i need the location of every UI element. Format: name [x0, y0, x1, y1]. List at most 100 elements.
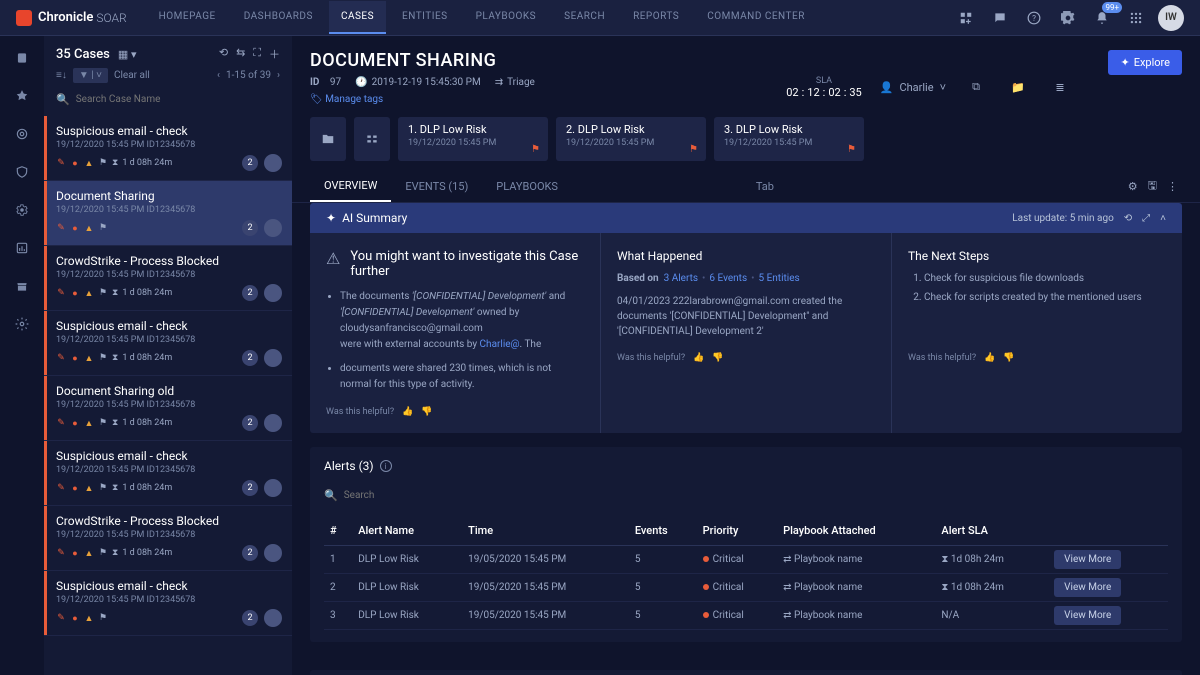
- brand[interactable]: Chronicle SOAR: [16, 10, 127, 26]
- manage-tags[interactable]: 🏷 Manage tags: [310, 94, 535, 105]
- col-playbook[interactable]: Playbook Attached: [777, 516, 935, 546]
- bell-icon[interactable]: [1090, 6, 1114, 30]
- view-more-button[interactable]: View More: [1054, 578, 1121, 597]
- pager-next[interactable]: ›: [277, 70, 280, 81]
- summary-bullet: documents were shared 230 times, which i…: [340, 361, 584, 393]
- folder-icon[interactable]: 📁: [1006, 75, 1030, 99]
- more-icon[interactable]: ⋮: [1167, 180, 1178, 193]
- col-time[interactable]: Time: [462, 516, 629, 546]
- case-item[interactable]: Suspicious email - check 19/12/2020 15:4…: [44, 571, 292, 636]
- alert-tab-3[interactable]: 3. DLP Low Risk 19/12/2020 15:45 PM ⚑: [714, 117, 864, 161]
- thumb-up-icon[interactable]: 👍: [984, 353, 995, 363]
- case-item[interactable]: Document Sharing old 19/12/2020 15:45 PM…: [44, 376, 292, 441]
- sync-icon[interactable]: ⇆: [236, 46, 245, 62]
- col-num[interactable]: #: [324, 516, 352, 546]
- col-name[interactable]: Alert Name: [352, 516, 462, 546]
- warning-icon: ▲: [84, 483, 94, 493]
- view-more-button[interactable]: View More: [1054, 550, 1121, 569]
- thumb-down-icon[interactable]: 👎: [1003, 353, 1014, 363]
- case-item[interactable]: Suspicious email - check 19/12/2020 15:4…: [44, 441, 292, 506]
- thumb-up-icon[interactable]: 👍: [693, 353, 704, 363]
- flag-icon: ⚑: [98, 613, 108, 623]
- case-item-avatar: [264, 414, 282, 432]
- sidebar-settings-icon[interactable]: [10, 312, 34, 336]
- view-more-button[interactable]: View More: [1054, 606, 1121, 625]
- assignee-select[interactable]: 👤 Charlie ˅: [880, 81, 946, 94]
- help-icon[interactable]: ?: [1022, 6, 1046, 30]
- nav-entities[interactable]: ENTITIES: [390, 1, 460, 34]
- case-item[interactable]: CrowdStrike - Process Blocked 19/12/2020…: [44, 246, 292, 311]
- cell-events[interactable]: 5: [629, 574, 697, 602]
- col-events[interactable]: Events: [629, 516, 697, 546]
- nav-search[interactable]: SEARCH: [552, 1, 617, 34]
- expand-icon[interactable]: ⛶: [253, 46, 261, 62]
- col-sla[interactable]: Alert SLA: [935, 516, 1048, 546]
- refresh-icon[interactable]: ⟲: [219, 46, 228, 62]
- col-priority[interactable]: Priority: [697, 516, 777, 546]
- sidebar-store-icon[interactable]: [10, 274, 34, 298]
- alert-row[interactable]: 2 DLP Low Risk 19/05/2020 15:45 PM 5 Cri…: [324, 574, 1168, 602]
- gear-icon[interactable]: [1056, 6, 1080, 30]
- filter-icon[interactable]: ▼ | ˅: [73, 68, 108, 83]
- apps-icon[interactable]: [1124, 6, 1148, 30]
- collapse-icon[interactable]: ˄: [1160, 213, 1166, 224]
- alert-tab-2[interactable]: 2. DLP Low Risk 19/12/2020 15:45 PM ⚑: [556, 117, 706, 161]
- nav-cases[interactable]: CASES: [329, 1, 386, 34]
- save-icon[interactable]: 🖫: [1148, 177, 1157, 196]
- nav-reports[interactable]: REPORTS: [621, 1, 691, 34]
- case-item[interactable]: Suspicious email - check 19/12/2020 15:4…: [44, 116, 292, 181]
- alert-row[interactable]: 3 DLP Low Risk 19/05/2020 15:45 PM 5 Cri…: [324, 602, 1168, 630]
- cell-name: DLP Low Risk: [352, 602, 462, 630]
- subtab-overview[interactable]: OVERVIEW: [310, 171, 391, 202]
- list-icon[interactable]: ≣: [1048, 75, 1072, 99]
- thumb-up-icon[interactable]: 👍: [402, 407, 413, 417]
- expand-icon[interactable]: ⤢: [1142, 213, 1150, 224]
- nav-command-center[interactable]: COMMAND CENTER: [695, 1, 817, 34]
- case-item-icons: ✎ ● ▲ ⚑: [56, 613, 108, 623]
- cell-events[interactable]: 5: [629, 546, 697, 574]
- grid-add-icon[interactable]: [954, 6, 978, 30]
- nav-homepage[interactable]: HOMEPAGE: [147, 1, 228, 34]
- thumb-down-icon[interactable]: 👎: [712, 353, 723, 363]
- sidebar-chart-icon[interactable]: [10, 236, 34, 260]
- info-icon[interactable]: i: [380, 460, 392, 472]
- alert-tab-grid-icon[interactable]: [354, 117, 390, 161]
- ai-summary-label: AI Summary: [342, 211, 407, 225]
- clear-all[interactable]: Clear all: [114, 70, 150, 81]
- subtab-playbooks[interactable]: PLAYBOOKS: [482, 172, 572, 201]
- chat-icon[interactable]: [988, 6, 1012, 30]
- user-avatar[interactable]: IW: [1158, 5, 1184, 31]
- nav-dashboards[interactable]: DASHBOARDS: [232, 1, 325, 34]
- pager-prev[interactable]: ‹: [217, 70, 220, 81]
- sidebar-pin-icon[interactable]: [10, 84, 34, 108]
- alert-row[interactable]: 1 DLP Low Risk 19/05/2020 15:45 PM 5 Cri…: [324, 546, 1168, 574]
- subtab-tab[interactable]: Tab: [742, 172, 788, 201]
- case-item-icons: ✎ ● ▲ ⚑ ⧗1 d 08h 24m: [56, 288, 172, 298]
- alert-tab-1[interactable]: 1. DLP Low Risk 19/12/2020 15:45 PM ⚑: [398, 117, 548, 161]
- subtabs: OVERVIEW EVENTS (15) PLAYBOOKS Tab ⚙ 🖫 ⋮: [292, 171, 1200, 203]
- search-icon: 🔍: [56, 93, 70, 106]
- thumb-down-icon[interactable]: 👎: [421, 407, 432, 417]
- subtab-events[interactable]: EVENTS (15): [391, 172, 482, 201]
- settings-icon[interactable]: ⚙: [1128, 180, 1138, 193]
- sidebar-shield-icon[interactable]: [10, 160, 34, 184]
- pencil-icon: ✎: [56, 288, 66, 298]
- sidebar-target-icon[interactable]: [10, 122, 34, 146]
- alert-tab-folder-icon[interactable]: [310, 117, 346, 161]
- refresh-icon[interactable]: ⟲: [1124, 213, 1132, 224]
- sidebar-gear-icon[interactable]: [10, 198, 34, 222]
- cell-events[interactable]: 5: [629, 602, 697, 630]
- nav-playbooks[interactable]: PLAYBOOKS: [464, 1, 549, 34]
- case-item[interactable]: CrowdStrike - Process Blocked 19/12/2020…: [44, 506, 292, 571]
- case-item[interactable]: Document Sharing 19/12/2020 15:45 PM ID1…: [44, 181, 292, 246]
- explore-button[interactable]: ✦Explore: [1108, 50, 1182, 75]
- sort-icon[interactable]: ≡↓: [56, 70, 67, 81]
- alerts-search-input[interactable]: [344, 490, 1168, 501]
- copy-icon[interactable]: ⧉: [964, 75, 988, 99]
- case-item[interactable]: Suspicious email - check 19/12/2020 15:4…: [44, 311, 292, 376]
- cell-playbook: ⇄ Playbook name: [777, 602, 935, 630]
- sidebar-case-icon[interactable]: [10, 46, 34, 70]
- case-search-input[interactable]: [76, 94, 280, 105]
- add-icon[interactable]: ＋: [269, 46, 280, 62]
- view-toggle-icon[interactable]: ▦ ▾: [118, 48, 137, 61]
